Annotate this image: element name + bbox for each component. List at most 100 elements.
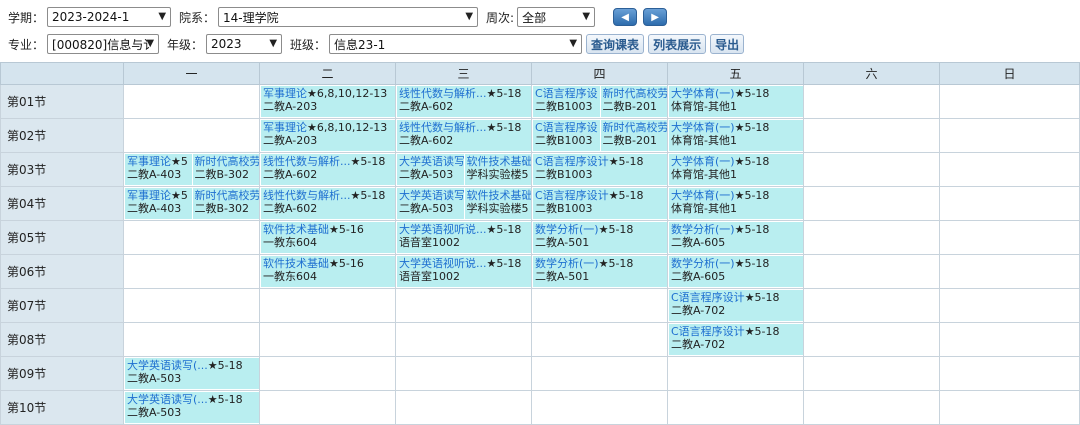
schedule-cell[interactable] [803, 322, 940, 357]
schedule-cell[interactable]: 大学体育(一)★5-18 体育馆-其他1 [667, 186, 804, 221]
course-name-link[interactable]: 军事理论 [127, 189, 171, 202]
schedule-cell[interactable] [803, 254, 940, 289]
course-entry[interactable]: 大学体育(一)★5-18 体育馆-其他1 [669, 86, 803, 117]
course-entry[interactable]: 数学分析(一)★5-18 二教A-501 [533, 256, 667, 287]
course-name-link[interactable]: 新时代高校劳 [195, 189, 260, 202]
course-entry[interactable]: 新时代高校劳 二教B-201 [600, 86, 667, 117]
course-name-link[interactable]: 大学体育(一) [671, 155, 735, 168]
course-name-link[interactable]: 线性代数与解析... [399, 87, 487, 100]
course-name-link[interactable]: 大学英语视听说... [399, 223, 487, 236]
course-name-link[interactable]: 大学英语读写(... [127, 393, 208, 406]
course-name-link[interactable]: C语言程序设 [535, 121, 598, 134]
course-name-link[interactable]: 线性代数与解析... [399, 121, 487, 134]
course-name-link[interactable]: 软件技术基础 [467, 189, 532, 202]
course-name-link[interactable]: C语言程序设 [535, 87, 598, 100]
course-entry[interactable]: 线性代数与解析...★5-18 二教A-602 [397, 120, 531, 151]
schedule-cell[interactable] [939, 186, 1080, 221]
schedule-cell[interactable] [395, 356, 532, 391]
schedule-cell[interactable] [803, 84, 940, 119]
course-name-link[interactable]: 新时代高校劳 [195, 155, 260, 168]
course-name-link[interactable]: 软件技术基础 [263, 257, 329, 270]
schedule-cell[interactable]: C语言程序设计★5-18 二教B1003 [531, 152, 668, 187]
schedule-cell[interactable]: C语言程序设计★5-18 二教A-702 [667, 288, 804, 323]
course-entry[interactable]: 软件技术基础★5-16 一教东604 [261, 222, 395, 253]
schedule-cell[interactable] [939, 288, 1080, 323]
schedule-cell[interactable]: 软件技术基础★5-16 一教东604 [259, 220, 396, 255]
schedule-cell[interactable] [803, 288, 940, 323]
schedule-cell[interactable] [531, 390, 668, 425]
schedule-cell[interactable]: 大学英语读写(...★5-18 二教A-503 [123, 356, 260, 391]
course-name-link[interactable]: C语言程序设计 [671, 291, 745, 304]
schedule-cell[interactable]: C语言程序设计★5-18 二教A-702 [667, 322, 804, 357]
schedule-cell[interactable]: 数学分析(一)★5-18 二教A-501 [531, 254, 668, 289]
schedule-cell[interactable]: 大学英语读写 二教A-503 软件技术基础 学科实验楼5 [395, 152, 532, 187]
schedule-cell[interactable] [123, 220, 260, 255]
schedule-cell[interactable] [395, 390, 532, 425]
course-name-link[interactable]: 线性代数与解析... [263, 155, 351, 168]
course-entry[interactable]: C语言程序设计★5-18 二教A-702 [669, 324, 803, 355]
course-entry[interactable]: 大学英语读写(...★5-18 二教A-503 [125, 392, 259, 423]
course-entry[interactable]: 军事理论★5 二教A-403 [125, 154, 192, 185]
course-entry[interactable]: 软件技术基础★5-16 一教东604 [261, 256, 395, 287]
dept-select[interactable]: 14-理学院 ▼ [218, 7, 479, 27]
course-entry[interactable]: 大学英语视听说...★5-18 语音室1002 [397, 256, 531, 287]
course-name-link[interactable]: 大学体育(一) [671, 121, 735, 134]
next-week-button[interactable]: ▶ [643, 8, 668, 26]
course-entry[interactable]: C语言程序设 二教B1003 [533, 120, 600, 151]
course-name-link[interactable]: C语言程序设计 [671, 325, 745, 338]
schedule-cell[interactable] [939, 118, 1080, 153]
schedule-cell[interactable] [123, 322, 260, 357]
course-entry[interactable]: 大学英语读写(...★5-18 二教A-503 [125, 358, 259, 389]
course-name-link[interactable]: 大学体育(一) [671, 87, 735, 100]
course-name-link[interactable]: C语言程序设计 [535, 189, 609, 202]
course-name-link[interactable]: 软件技术基础 [467, 155, 532, 168]
schedule-cell[interactable]: 数学分析(一)★5-18 二教A-605 [667, 220, 804, 255]
course-name-link[interactable]: 军事理论 [263, 87, 307, 100]
course-name-link[interactable]: 软件技术基础 [263, 223, 329, 236]
course-entry[interactable]: 大学英语读写 二教A-503 [397, 154, 464, 185]
schedule-cell[interactable] [803, 118, 940, 153]
schedule-cell[interactable]: 线性代数与解析...★5-18 二教A-602 [395, 118, 532, 153]
course-entry[interactable]: C语言程序设计★5-18 二教B1003 [533, 154, 667, 185]
class-select[interactable]: 信息23-1 ▼ [329, 34, 583, 54]
course-entry[interactable]: 数学分析(一)★5-18 二教A-501 [533, 222, 667, 253]
schedule-cell[interactable]: 大学英语视听说...★5-18 语音室1002 [395, 220, 532, 255]
course-entry[interactable]: C语言程序设 二教B1003 [533, 86, 600, 117]
course-name-link[interactable]: 军事理论 [127, 155, 171, 168]
schedule-cell[interactable] [123, 84, 260, 119]
schedule-cell[interactable]: 大学英语视听说...★5-18 语音室1002 [395, 254, 532, 289]
course-entry[interactable]: 军事理论★6,8,10,12-13 二教A-203 [261, 86, 395, 117]
prev-week-button[interactable]: ◀ [613, 8, 638, 26]
schedule-cell[interactable]: 数学分析(一)★5-18 二教A-605 [667, 254, 804, 289]
course-entry[interactable]: 线性代数与解析...★5-18 二教A-602 [397, 86, 531, 117]
course-name-link[interactable]: 数学分析(一) [671, 223, 735, 236]
schedule-cell[interactable] [123, 254, 260, 289]
schedule-cell[interactable] [939, 390, 1080, 425]
schedule-cell[interactable]: 线性代数与解析...★5-18 二教A-602 [259, 152, 396, 187]
course-name-link[interactable]: 新时代高校劳 [603, 121, 668, 134]
grade-select[interactable]: 2023 ▼ [206, 34, 283, 54]
query-schedule-button[interactable]: 查询课表 [586, 34, 645, 54]
schedule-cell[interactable]: 数学分析(一)★5-18 二教A-501 [531, 220, 668, 255]
schedule-cell[interactable] [259, 322, 396, 357]
course-entry[interactable]: 软件技术基础 学科实验楼5 [464, 188, 532, 219]
schedule-cell[interactable] [803, 390, 940, 425]
schedule-cell[interactable] [939, 220, 1080, 255]
major-select[interactable]: [000820]信息与讠 ▼ [47, 34, 160, 54]
schedule-cell[interactable]: 军事理论★6,8,10,12-13 二教A-203 [259, 84, 396, 119]
schedule-cell[interactable] [939, 152, 1080, 187]
course-entry[interactable]: 军事理论★5 二教A-403 [125, 188, 192, 219]
schedule-cell[interactable] [395, 288, 532, 323]
course-entry[interactable]: 大学体育(一)★5-18 体育馆-其他1 [669, 154, 803, 185]
schedule-cell[interactable]: 军事理论★6,8,10,12-13 二教A-203 [259, 118, 396, 153]
course-name-link[interactable]: 大学英语读写 [399, 189, 464, 202]
course-name-link[interactable]: 线性代数与解析... [263, 189, 351, 202]
schedule-cell[interactable] [531, 288, 668, 323]
schedule-cell[interactable] [259, 288, 396, 323]
schedule-cell[interactable] [803, 356, 940, 391]
course-entry[interactable]: 新时代高校劳 二教B-201 [600, 120, 668, 151]
schedule-cell[interactable] [939, 254, 1080, 289]
schedule-cell[interactable] [803, 220, 940, 255]
schedule-cell[interactable]: C语言程序设 二教B1003 新时代高校劳 二教B-201 [531, 84, 668, 119]
course-name-link[interactable]: 数学分析(一) [671, 257, 735, 270]
